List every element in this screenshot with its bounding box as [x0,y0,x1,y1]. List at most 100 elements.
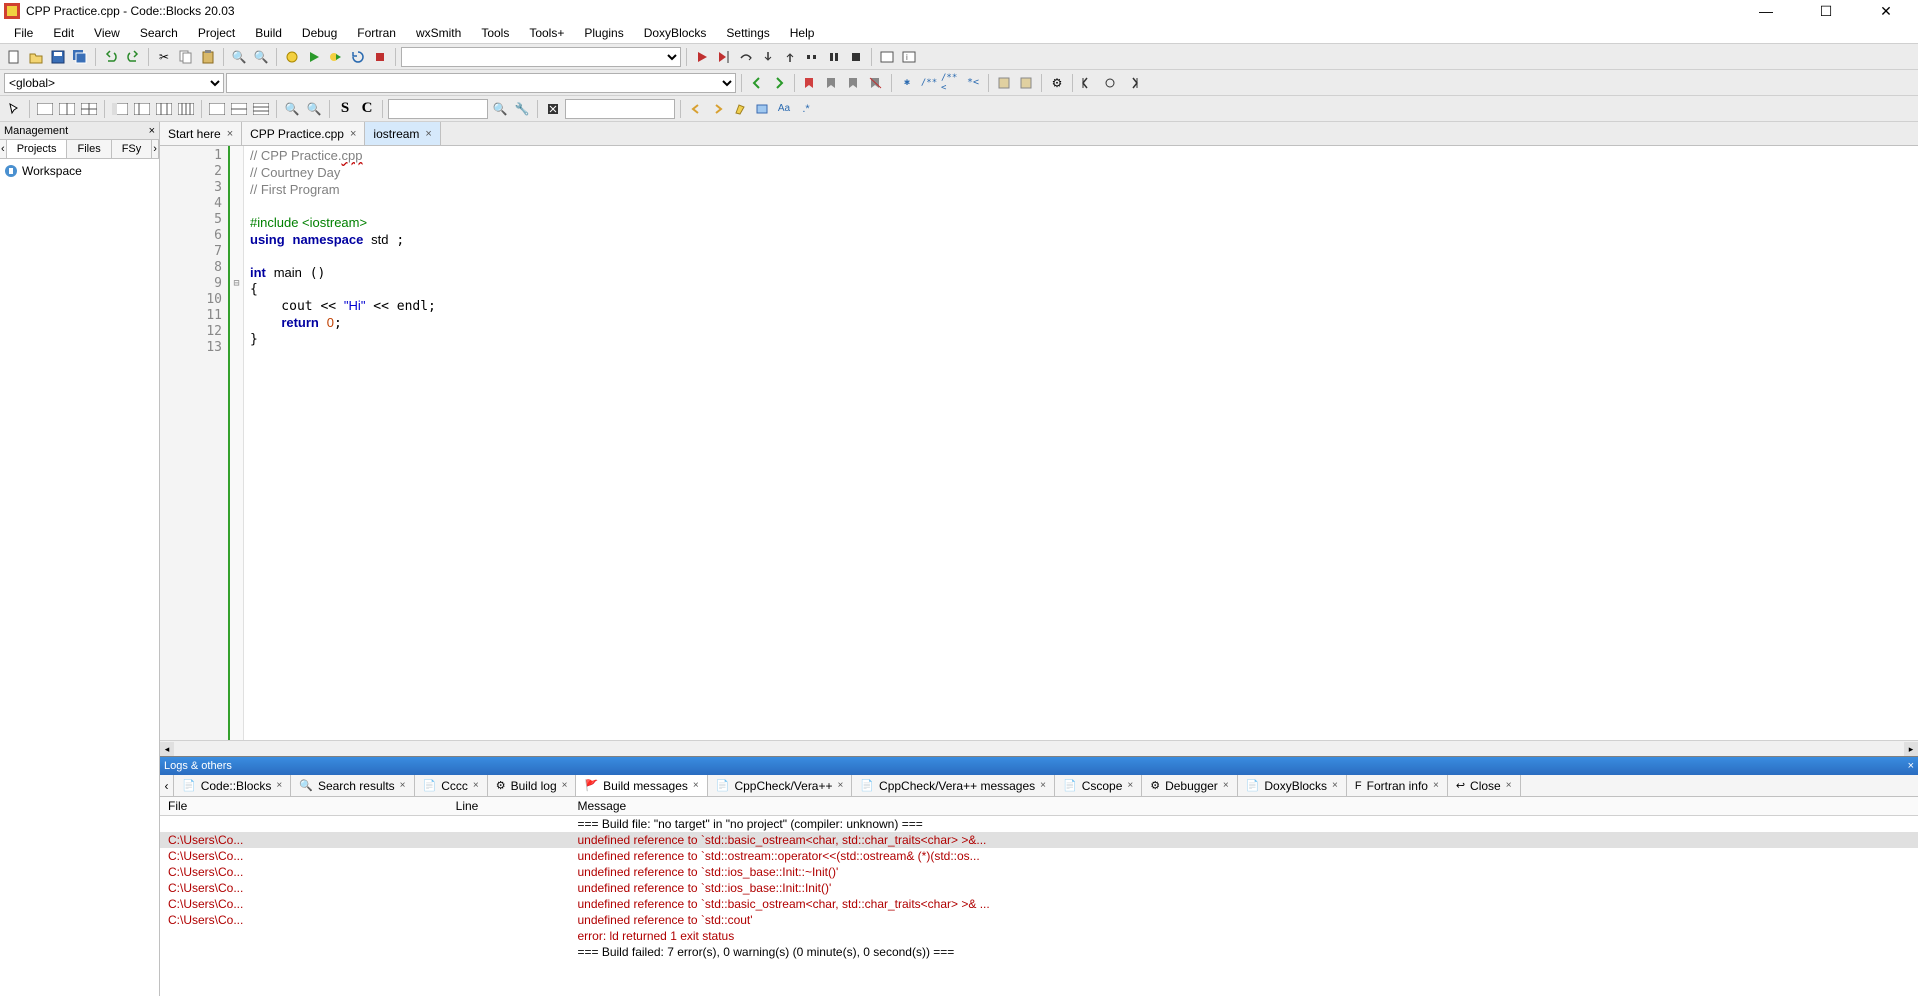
editor-tab-cpp-practice-cpp[interactable]: CPP Practice.cpp× [242,122,365,145]
jump-fwd-icon[interactable] [1122,73,1142,93]
logs-close-icon[interactable]: × [1908,760,1914,772]
replace-icon[interactable]: 🔍 [251,47,271,67]
step-into-icon[interactable] [758,47,778,67]
log-tab-search-results[interactable]: 🔍Search results× [291,775,414,796]
zoom-in-icon[interactable]: 🔍 [282,99,302,119]
minimize-button[interactable]: — [1746,3,1786,20]
workspace-item[interactable]: Workspace [4,163,155,179]
info-icon[interactable]: i [899,47,919,67]
block1-icon[interactable] [207,99,227,119]
logs-tab-prev-icon[interactable]: ‹ [160,775,174,796]
log-tab-build-messages[interactable]: 🚩Build messages× [576,775,707,796]
mgmt-tab-prev-icon[interactable]: ‹ [0,140,7,158]
log-row[interactable]: C:\Users\Co...undefined reference to `st… [160,912,1918,928]
log-tab-cppcheck-vera-messages[interactable]: 📄CppCheck/Vera++ messages× [852,775,1055,796]
log-col-file[interactable]: File [160,797,448,816]
copy-icon[interactable] [176,47,196,67]
log-tab-close[interactable]: ↩Close× [1448,775,1521,796]
doxy-line-icon[interactable]: /**< [941,73,961,93]
log-tab-cppcheck-vera-[interactable]: 📄CppCheck/Vera++× [708,775,853,796]
doxy-block-icon[interactable]: /** [919,73,939,93]
log-row[interactable]: C:\Users\Co... undefined reference to `s… [160,848,1918,864]
doxy-settings-icon[interactable]: ⚙ [1047,73,1067,93]
log-tab-cscope[interactable]: 📄Cscope× [1055,775,1142,796]
log-col-line[interactable]: Line [448,797,570,816]
back-icon[interactable] [747,73,767,93]
last-jump-icon[interactable] [1100,73,1120,93]
redo-icon[interactable] [123,47,143,67]
zoom-out-icon[interactable]: 🔍 [304,99,324,119]
log-col-message[interactable]: Message [569,797,1918,816]
editor-tab-start-here[interactable]: Start here× [160,122,242,145]
doxy-single-icon[interactable]: *< [963,73,983,93]
panel1-icon[interactable] [35,99,55,119]
source-s-icon[interactable]: S [335,99,355,119]
log-tab-close-icon[interactable]: × [1433,780,1439,791]
menu-doxyblocks[interactable]: DoxyBlocks [634,24,717,42]
search-go-icon[interactable]: 🔍 [490,99,510,119]
maximize-button[interactable]: ☐ [1806,3,1846,20]
scope-selector[interactable]: <global> [4,73,224,93]
forward-icon[interactable] [769,73,789,93]
clear-icon[interactable] [543,99,563,119]
menu-wxsmith[interactable]: wxSmith [406,24,471,42]
highlight-icon[interactable] [730,99,750,119]
log-tab-close-icon[interactable]: × [693,780,699,791]
log-tab-close-icon[interactable]: × [1040,780,1046,791]
debug-windows-icon[interactable] [877,47,897,67]
panel2-icon[interactable] [57,99,77,119]
prev-result-icon[interactable] [686,99,706,119]
rebuild-icon[interactable] [348,47,368,67]
mgmt-tab-fsy[interactable]: FSy [112,140,153,158]
save-icon[interactable] [48,47,68,67]
log-row[interactable]: C:\Users\Co... undefined reference to `s… [160,880,1918,896]
log-tab-close-icon[interactable]: × [473,780,479,791]
layout2-icon[interactable] [132,99,152,119]
run-icon[interactable] [304,47,324,67]
cut-icon[interactable]: ✂ [154,47,174,67]
log-tab-close-icon[interactable]: × [562,780,568,791]
build-messages-table[interactable]: FileLineMessage === Build file: "no targ… [160,797,1918,960]
management-close-icon[interactable]: × [149,125,155,137]
scroll-right-icon[interactable]: ▸ [1904,742,1918,756]
code-editor[interactable]: // CPP Practice.cpp // Courtney Day // F… [244,146,1918,740]
paste-icon[interactable] [198,47,218,67]
log-tab-code-blocks[interactable]: 📄Code::Blocks× [174,775,291,796]
stop-debug-icon[interactable] [846,47,866,67]
log-row[interactable]: C:\Users\Co... undefined reference to `s… [160,832,1918,848]
log-row[interactable]: === Build failed: 7 error(s), 0 warning(… [160,944,1918,960]
selected-text-icon[interactable] [752,99,772,119]
bookmark-next-icon[interactable] [844,73,864,93]
symbol-selector[interactable] [226,73,736,93]
select-icon[interactable] [4,99,24,119]
match-case-icon[interactable]: Aa [774,99,794,119]
layout3-icon[interactable] [154,99,174,119]
search-input-1[interactable] [388,99,488,119]
search-opts-icon[interactable]: 🔧 [512,99,532,119]
menu-debug[interactable]: Debug [292,24,347,42]
log-tab-close-icon[interactable]: × [276,780,282,791]
save-all-icon[interactable] [70,47,90,67]
regex-icon[interactable]: .* [796,99,816,119]
log-tab-close-icon[interactable]: × [838,780,844,791]
menu-tools[interactable]: Tools [471,24,519,42]
build-icon[interactable] [282,47,302,67]
menu-project[interactable]: Project [188,24,245,42]
doxy-html-icon[interactable] [1016,73,1036,93]
tab-close-icon[interactable]: × [425,128,431,140]
log-tab-close-icon[interactable]: × [1506,780,1512,791]
doxy-comment-icon[interactable]: ✱ [897,73,917,93]
jump-back-icon[interactable] [1078,73,1098,93]
close-button[interactable]: ✕ [1866,3,1906,20]
debug-run-icon[interactable] [692,47,712,67]
build-target-selector[interactable] [401,47,681,67]
open-file-icon[interactable] [26,47,46,67]
layout1-icon[interactable] [110,99,130,119]
log-row[interactable]: === Build file: "no target" in "no proje… [160,816,1918,833]
tab-close-icon[interactable]: × [227,128,233,140]
menu-fortran[interactable]: Fortran [347,24,406,42]
search-input-2[interactable] [565,99,675,119]
tab-close-icon[interactable]: × [350,128,356,140]
menu-search[interactable]: Search [130,24,188,42]
log-tab-close-icon[interactable]: × [400,780,406,791]
